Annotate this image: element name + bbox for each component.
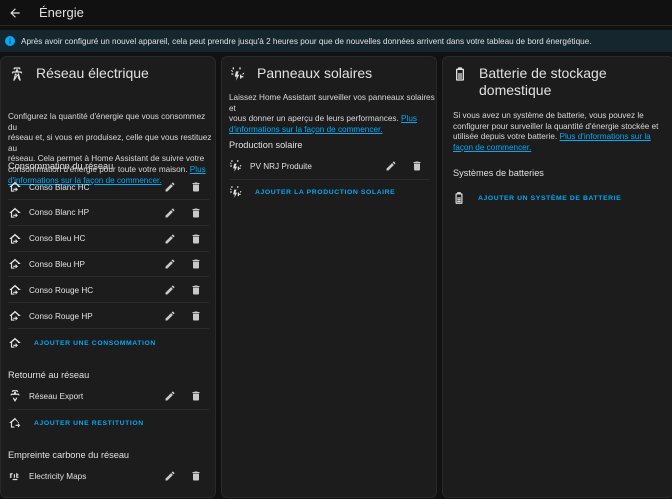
battery-help-link[interactable]: Plus d'informations sur la: [560, 132, 651, 141]
back-button[interactable]: [2, 0, 28, 26]
consumption-item-label: Conso Bleu HC: [29, 234, 86, 244]
information-icon: [5, 36, 15, 46]
list-item: PV NRJ Produite: [222, 153, 438, 179]
home-export-icon: [9, 417, 21, 428]
top-bar: Énergie: [0, 0, 672, 26]
solar-power-icon: [231, 67, 245, 81]
return-item-label: Réseau Export: [29, 391, 84, 401]
list-item: Réseau Export: [1, 383, 217, 409]
grid-help-link[interactable]: Plus: [190, 165, 206, 174]
add-battery-button[interactable]: AJOUTER UN SYSTÈME DE BATTERIE: [443, 190, 672, 206]
delete-icon[interactable]: [190, 181, 202, 193]
battery-card-title: Batterie de stockage domestique: [479, 65, 607, 98]
consumption-item-label: Conso Bleu HP: [29, 259, 85, 269]
home-import-icon: [9, 181, 21, 192]
consumption-item-label: Conso Rouge HP: [29, 311, 93, 321]
solar-help-link[interactable]: Plus: [401, 114, 417, 123]
pencil-icon[interactable]: [164, 470, 176, 482]
transmission-tower-icon: [11, 67, 23, 81]
info-banner-text: Après avoir configuré un nouvel appareil…: [21, 36, 592, 46]
consumption-item-label: Conso Rouge HC: [29, 285, 94, 295]
home-import-icon: [9, 337, 21, 348]
solar-card: Panneaux solaires Laissez Home Assistant…: [221, 56, 437, 498]
divider: [8, 328, 209, 329]
home-import-icon: [9, 259, 21, 270]
list-item: Conso Bleu HC: [1, 226, 217, 252]
battery-description: Si vous avez un système de batterie, vou…: [453, 111, 659, 152]
solar-power-icon: [229, 186, 242, 198]
home-import-icon: [9, 284, 21, 295]
pencil-icon[interactable]: [164, 207, 176, 219]
carbon-section-title: Empreinte carbone du réseau: [8, 450, 130, 460]
delete-icon[interactable]: [190, 207, 202, 219]
solar-section-title: Production solaire: [229, 140, 303, 150]
consumption-item-label: Conso Blanc HC: [29, 182, 90, 192]
solar-item-label: PV NRJ Produite: [250, 161, 312, 171]
delete-icon[interactable]: [190, 470, 202, 482]
list-item: Conso Rouge HP: [1, 303, 217, 329]
battery-icon: [455, 192, 463, 204]
divider: [229, 179, 430, 180]
delete-icon[interactable]: [190, 258, 202, 270]
page-title: Énergie: [39, 5, 84, 20]
pencil-icon[interactable]: [164, 233, 176, 245]
molecule-co2-icon: [9, 473, 19, 481]
solar-card-title: Panneaux solaires: [257, 65, 373, 81]
pencil-icon[interactable]: [164, 310, 176, 322]
battery-section-title: Systèmes de batteries: [453, 168, 544, 178]
list-item: Conso Bleu HP: [1, 251, 217, 277]
divider: [8, 409, 209, 410]
carbon-item-label: Electricity Maps: [29, 471, 87, 481]
delete-icon[interactable]: [190, 390, 202, 402]
arrow-left-icon: [10, 7, 20, 18]
list-item: Conso Blanc HP: [1, 200, 217, 226]
home-import-icon: [9, 310, 21, 321]
add-consumption-button[interactable]: AJOUTER UNE CONSOMMATION: [1, 335, 217, 351]
delete-icon[interactable]: [411, 160, 423, 172]
list-item: Conso Rouge HC: [1, 277, 217, 303]
pencil-icon[interactable]: [385, 160, 397, 172]
add-solar-button[interactable]: AJOUTER LA PRODUCTION SOLAIRE: [222, 184, 438, 200]
battery-help-link-2[interactable]: façon de commencer.: [453, 143, 531, 152]
battery-card: Batterie de stockage domestique Si vous …: [442, 56, 672, 498]
list-item: Conso Blanc HC: [1, 174, 217, 200]
pencil-icon[interactable]: [164, 181, 176, 193]
solar-power-icon: [229, 160, 242, 172]
delete-icon[interactable]: [190, 284, 202, 296]
consumption-section-title: Consommation du réseau: [8, 161, 114, 171]
home-import-icon: [9, 233, 21, 244]
consumption-item-label: Conso Blanc HP: [29, 208, 90, 218]
pencil-icon[interactable]: [164, 390, 176, 402]
solar-description: Laissez Home Assistant surveiller vos pa…: [229, 93, 435, 134]
delete-icon[interactable]: [190, 233, 202, 245]
solar-help-link-2[interactable]: d'informations sur la façon de commencer…: [229, 125, 383, 134]
return-section-title: Retourné au réseau: [8, 370, 90, 380]
transmission-tower-export-icon: [10, 390, 20, 402]
delete-icon[interactable]: [190, 310, 202, 322]
info-banner: Après avoir configuré un nouvel appareil…: [0, 30, 672, 52]
grid-card-title: Réseau électrique: [36, 65, 149, 81]
home-import-icon: [9, 207, 21, 218]
add-return-button[interactable]: AJOUTER UNE RESTITUTION: [1, 415, 217, 431]
battery-icon: [456, 67, 464, 81]
list-item: Electricity Maps: [1, 463, 217, 489]
pencil-icon[interactable]: [164, 284, 176, 296]
grid-card: Réseau électrique Configurez la quantité…: [0, 56, 216, 498]
pencil-icon[interactable]: [164, 258, 176, 270]
